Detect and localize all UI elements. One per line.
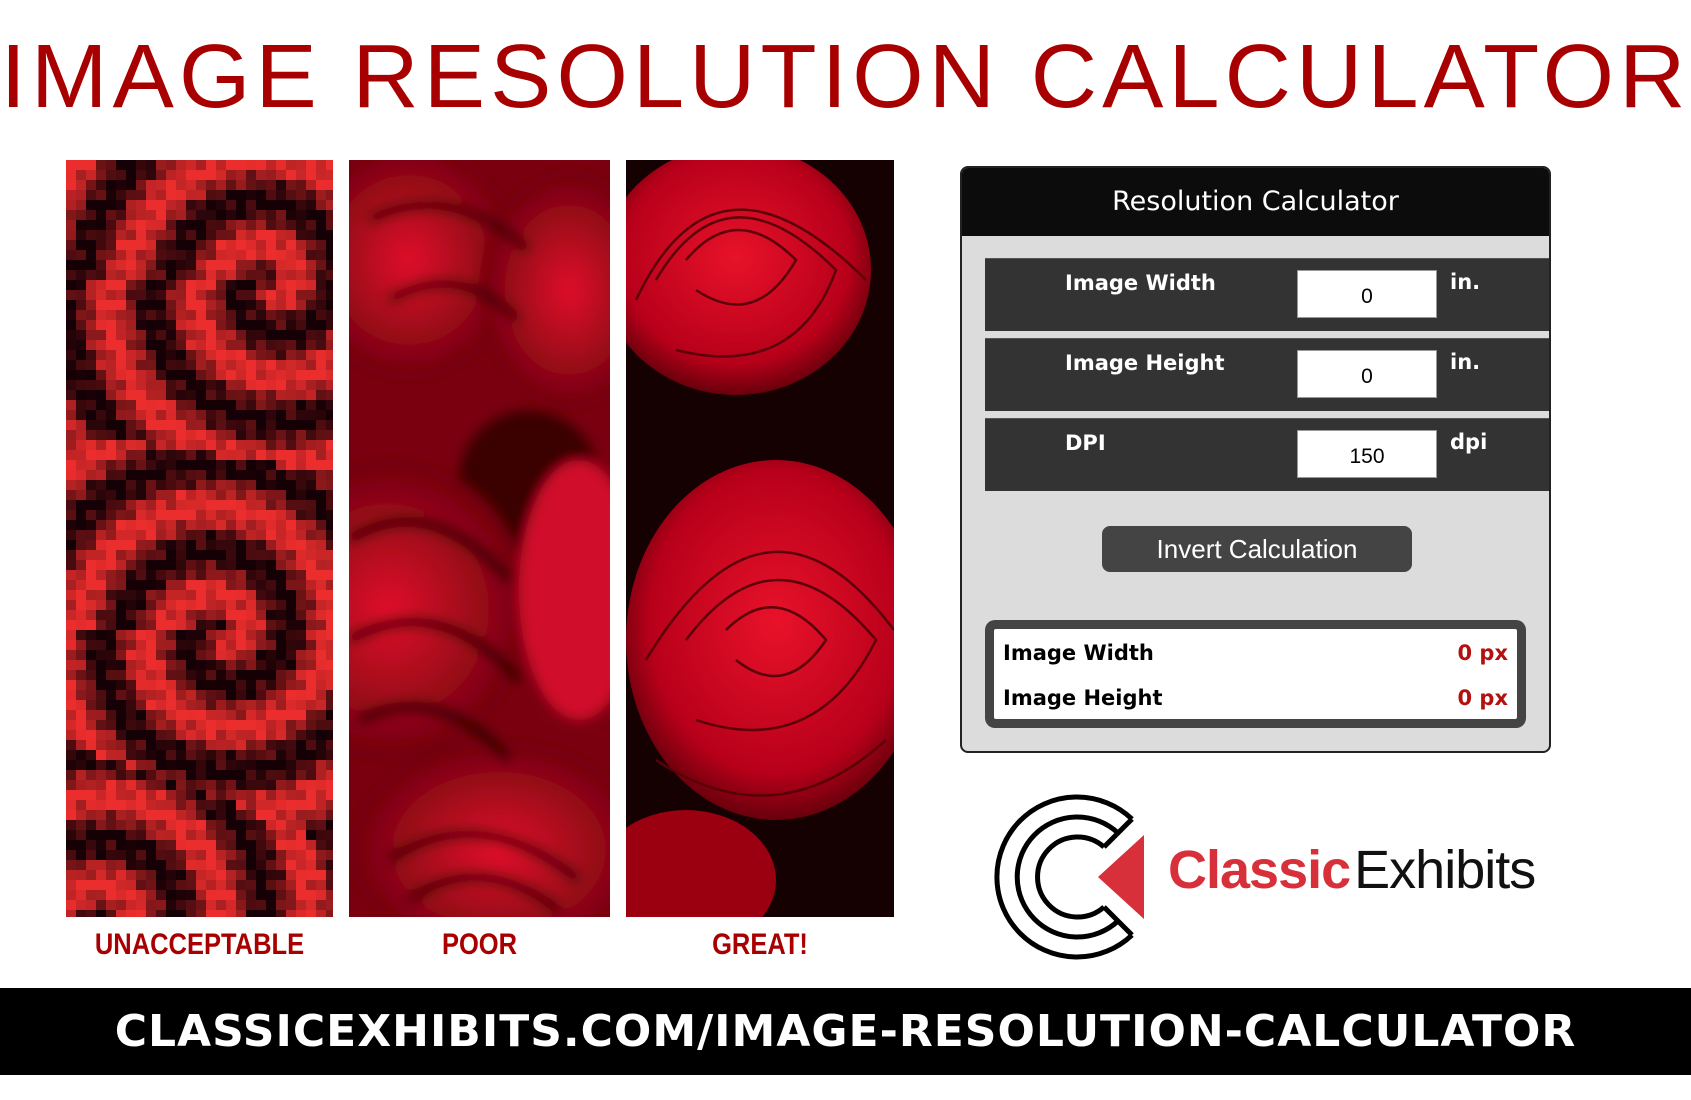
footer-url-banner: CLASSICEXHIBITS.COM/IMAGE-RESOLUTION-CAL… [0,988,1691,1075]
result-width-row: Image Width 0 px [1003,635,1508,675]
blurry-rose-image [349,160,610,917]
example-image-unacceptable [66,160,333,917]
dpi-input[interactable] [1297,430,1437,478]
image-width-label: Image Width [1065,271,1216,295]
image-height-unit: in. [1450,350,1481,374]
logo-c-icon [994,794,1144,960]
image-width-input[interactable] [1297,270,1437,318]
image-width-row: Image Width in. [985,258,1549,331]
logo-word-classic: Classic [1168,840,1351,900]
quality-label-great: GREAT! [712,928,808,961]
invert-calculation-button[interactable]: Invert Calculation [1102,526,1412,572]
page-title: IMAGE RESOLUTION CALCULATOR [0,27,1691,127]
result-height-label: Image Height [1003,686,1163,710]
quality-label-unacceptable: UNACCEPTABLE [94,928,305,961]
resolution-calculator: Resolution Calculator Image Width in. Im… [960,166,1551,753]
example-image-great [626,160,894,917]
image-height-row: Image Height in. [985,338,1549,411]
result-height-value: 0 px [1457,686,1508,710]
example-image-poor [349,160,610,917]
dpi-row: DPI dpi [985,418,1549,491]
classic-exhibits-logo: ClassicExhibits [990,787,1550,967]
result-width-label: Image Width [1003,641,1154,665]
quality-label-poor: POOR [441,928,518,961]
calculator-header: Resolution Calculator [962,168,1549,236]
result-width-value: 0 px [1457,641,1508,665]
pixelated-rose-image [66,160,333,917]
sharp-rose-image [626,160,894,917]
image-height-input[interactable] [1297,350,1437,398]
results-box: Image Width 0 px Image Height 0 px [985,620,1526,728]
image-height-label: Image Height [1065,351,1225,375]
dpi-label: DPI [1065,431,1106,455]
image-width-unit: in. [1450,270,1481,294]
logo-word-exhibits: Exhibits [1354,840,1536,900]
result-height-row: Image Height 0 px [1003,680,1508,720]
dpi-unit: dpi [1450,430,1488,454]
